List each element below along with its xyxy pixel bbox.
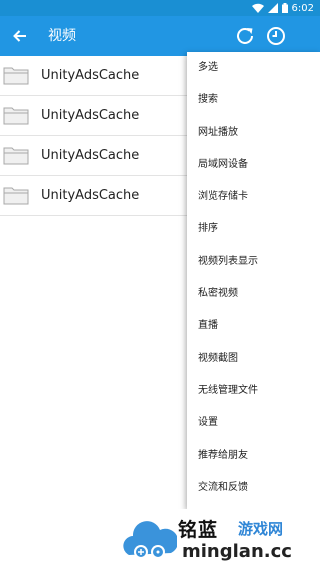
menu-item-screenshots[interactable]: 视频截图 xyxy=(187,343,320,375)
folder-icon xyxy=(3,187,29,205)
watermark-brand: 铭蓝 xyxy=(178,519,219,541)
battery-icon xyxy=(281,3,288,13)
folder-icon xyxy=(3,147,29,165)
watermark-domain: minglan.cc xyxy=(182,541,292,562)
refresh-icon[interactable] xyxy=(231,22,259,50)
wifi-icon xyxy=(251,3,264,13)
cloud-logo-icon xyxy=(123,521,177,559)
watermark: 铭蓝 游戏网 minglan.cc xyxy=(118,509,320,569)
status-bar: 6:02 xyxy=(0,0,320,16)
menu-item-sort[interactable]: 排序 xyxy=(187,213,320,245)
menu-item-live[interactable]: 直播 xyxy=(187,310,320,342)
menu-item-wireless-files[interactable]: 无线管理文件 xyxy=(187,375,320,407)
folder-name: UnityAdsCache xyxy=(41,188,140,203)
page-title: 视频 xyxy=(48,28,76,44)
watermark-site: 游戏网 xyxy=(238,520,284,538)
menu-item-recommend[interactable]: 推荐给朋友 xyxy=(187,440,320,472)
menu-item-lan-devices[interactable]: 局域网设备 xyxy=(187,149,320,181)
menu-item-private-videos[interactable]: 私密视频 xyxy=(187,278,320,310)
menu-item-list-display[interactable]: 视频列表显示 xyxy=(187,246,320,278)
overflow-menu: 多选 搜索 网址播放 局域网设备 浏览存储卡 排序 视频列表显示 私密视频 直播… xyxy=(187,52,320,509)
app-bar: 视频 xyxy=(0,16,320,56)
menu-item-multi-select[interactable]: 多选 xyxy=(187,52,320,84)
folder-name: UnityAdsCache xyxy=(41,68,140,83)
menu-item-settings[interactable]: 设置 xyxy=(187,407,320,439)
folder-icon xyxy=(3,107,29,125)
history-icon[interactable] xyxy=(262,22,290,50)
menu-item-url-play[interactable]: 网址播放 xyxy=(187,117,320,149)
menu-item-browse-sd-card[interactable]: 浏览存储卡 xyxy=(187,181,320,213)
menu-item-feedback[interactable]: 交流和反馈 xyxy=(187,472,320,504)
status-time: 6:02 xyxy=(291,2,314,14)
folder-icon xyxy=(3,67,29,85)
signal-icon xyxy=(267,3,278,13)
arrow-left-icon[interactable] xyxy=(8,24,32,48)
folder-name: UnityAdsCache xyxy=(41,148,140,163)
menu-item-search[interactable]: 搜索 xyxy=(187,84,320,116)
folder-name: UnityAdsCache xyxy=(41,108,140,123)
